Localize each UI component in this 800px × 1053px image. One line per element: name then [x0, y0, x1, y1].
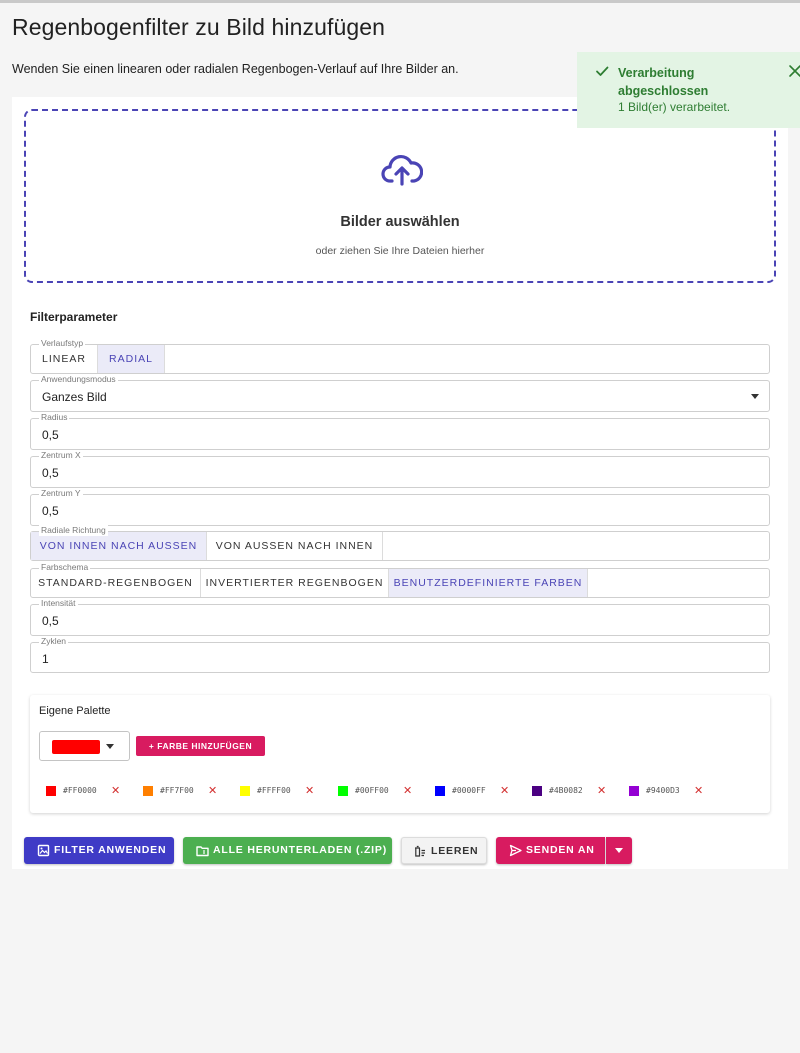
remove-color-icon[interactable]: ✕	[208, 784, 217, 797]
page-description: Wenden Sie einen linearen oder radialen …	[12, 62, 459, 76]
apply-mode-select[interactable]: Anwendungsmodus Ganzes Bild	[30, 374, 770, 412]
intensity-field[interactable]: Intensität 0,5	[30, 598, 770, 636]
cloud-upload-icon	[381, 154, 423, 186]
toggle-linear[interactable]: LINEAR	[31, 345, 98, 373]
color-chip-swatch	[532, 786, 542, 796]
color-chip-hex: #0000FF	[452, 786, 486, 795]
clear-button[interactable]: LEEREN	[401, 837, 487, 864]
color-swatch	[52, 740, 100, 754]
remove-color-icon[interactable]: ✕	[305, 784, 314, 797]
color-chip-hex: #FF7F00	[160, 786, 194, 795]
center-x-value: 0,5	[42, 466, 59, 480]
gradient-type-label: Verlaufstyp	[39, 338, 86, 349]
toast-message: 1 Bild(er) verarbeitet.	[618, 100, 731, 114]
apply-mode-label: Anwendungsmodus	[39, 374, 118, 385]
center-y-label: Zentrum Y	[39, 488, 83, 499]
palette-title: Eigene Palette	[39, 705, 111, 717]
center-x-label: Zentrum X	[39, 450, 83, 461]
color-scheme-toggle: Farbschema STANDARD-REGENBOGEN INVERTIER…	[30, 562, 770, 598]
main-card: Bilder auswählen oder ziehen Sie Ihre Da…	[12, 97, 788, 869]
radial-direction-toggle: Radiale Richtung VON INNEN NACH AUSSEN V…	[30, 525, 770, 561]
section-title: Filterparameter	[30, 310, 118, 324]
center-y-field[interactable]: Zentrum Y 0,5	[30, 488, 770, 526]
toggle-custom-colors[interactable]: BENUTZERDEFINIERTE FARBEN	[389, 569, 588, 597]
remove-color-icon[interactable]: ✕	[597, 784, 606, 797]
toggle-standard-rainbow[interactable]: STANDARD-REGENBOGEN	[31, 569, 201, 597]
file-dropzone[interactable]: Bilder auswählen oder ziehen Sie Ihre Da…	[24, 109, 776, 283]
clear-label: LEEREN	[431, 845, 479, 857]
center-y-value: 0,5	[42, 504, 59, 518]
radius-value: 0,5	[42, 428, 59, 442]
success-toast: Verarbeitung abgeschlossen 1 Bild(er) ve…	[577, 52, 800, 128]
cycles-label: Zyklen	[39, 636, 69, 647]
remove-color-icon[interactable]: ✕	[111, 784, 120, 797]
send-to-button[interactable]: SENDEN AN	[496, 837, 605, 864]
top-border	[0, 0, 800, 3]
remove-color-icon[interactable]: ✕	[694, 784, 703, 797]
color-chip-swatch	[143, 786, 153, 796]
color-picker[interactable]	[39, 731, 130, 761]
apply-filter-label: FILTER ANWENDEN	[54, 844, 167, 856]
send-to-dropdown-button[interactable]	[606, 837, 632, 864]
color-chip-hex: #9400D3	[646, 786, 680, 795]
color-chip-hex: #FF0000	[63, 786, 97, 795]
gradient-type-toggle: Verlaufstyp LINEAR RADIAL	[30, 338, 770, 374]
add-color-label: FARBE HINZUFÜGEN	[157, 741, 253, 751]
radius-label: Radius	[39, 412, 70, 423]
image-filter-icon	[37, 844, 50, 857]
color-chip-swatch	[46, 786, 56, 796]
toggle-radial[interactable]: RADIAL	[98, 345, 165, 373]
intensity-value: 0,5	[42, 614, 59, 628]
cycles-value: 1	[42, 652, 49, 666]
send-to-label: SENDEN AN	[526, 844, 595, 856]
add-color-button[interactable]: + FARBE HINZUFÜGEN	[136, 736, 265, 756]
color-chip-hex: #FFFF00	[257, 786, 291, 795]
color-chip-hex: #4B0082	[549, 786, 583, 795]
remove-color-icon[interactable]: ✕	[403, 784, 412, 797]
color-scheme-label: Farbschema	[39, 562, 91, 573]
chevron-down-icon	[751, 394, 759, 399]
color-chip-swatch	[240, 786, 250, 796]
dropzone-subtitle: oder ziehen Sie Ihre Dateien hierher	[315, 245, 485, 257]
apply-mode-value: Ganzes Bild	[42, 390, 107, 404]
radial-direction-label: Radiale Richtung	[39, 525, 108, 536]
color-chip-swatch	[338, 786, 348, 796]
download-all-label: ALLE HERUNTERLADEN (.ZIP)	[213, 844, 387, 856]
chevron-down-icon	[615, 848, 623, 853]
download-all-button[interactable]: ALLE HERUNTERLADEN (.ZIP)	[183, 837, 392, 864]
folder-zip-icon	[196, 846, 209, 857]
color-chip-swatch	[629, 786, 639, 796]
intensity-label: Intensität	[39, 598, 78, 609]
close-icon[interactable]	[788, 64, 800, 78]
center-x-field[interactable]: Zentrum X 0,5	[30, 450, 770, 488]
toggle-outside-in[interactable]: VON AUSSEN NACH INNEN	[207, 532, 383, 560]
toast-title: Verarbeitung abgeschlossen	[618, 66, 709, 98]
check-icon	[596, 66, 609, 76]
toggle-inside-out[interactable]: VON INNEN NACH AUSSEN	[31, 532, 207, 560]
page-title: Regenbogenfilter zu Bild hinzufügen	[12, 14, 386, 40]
custom-palette-panel: Eigene Palette + FARBE HINZUFÜGEN #FF000…	[30, 695, 770, 813]
apply-filter-button[interactable]: FILTER ANWENDEN	[24, 837, 174, 864]
plus-icon: +	[148, 741, 155, 751]
color-chip-hex: #00FF00	[355, 786, 389, 795]
clear-list-icon	[415, 845, 425, 857]
toggle-inverted-rainbow[interactable]: INVERTIERTER REGENBOGEN	[201, 569, 389, 597]
radius-field[interactable]: Radius 0,5	[30, 412, 770, 450]
cycles-field[interactable]: Zyklen 1	[30, 636, 770, 673]
remove-color-icon[interactable]: ✕	[500, 784, 509, 797]
send-icon	[509, 844, 522, 857]
dropzone-title: Bilder auswählen	[340, 214, 460, 230]
color-chip-swatch	[435, 786, 445, 796]
chevron-down-icon	[106, 744, 114, 749]
